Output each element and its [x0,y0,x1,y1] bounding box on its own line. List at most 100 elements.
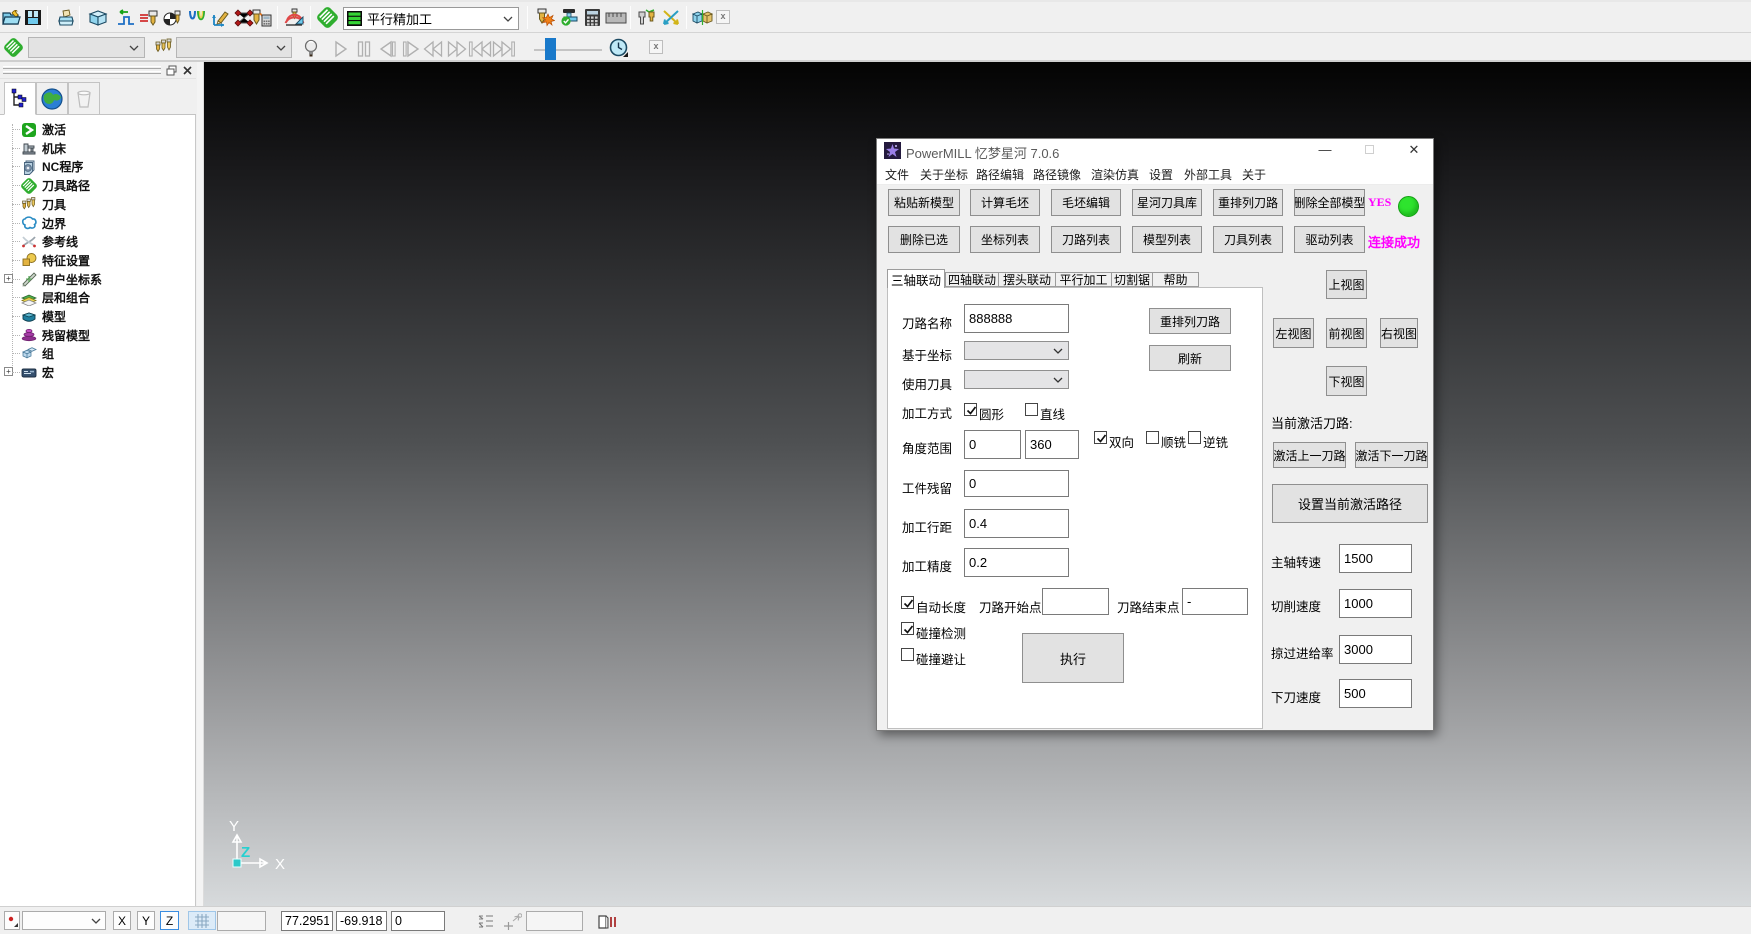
go-end-icon[interactable] [491,39,517,59]
tolerance-input[interactable] [964,548,1069,577]
grid-size-field[interactable] [217,911,266,931]
activate-prev-button[interactable]: 激活上一刀路 [1273,442,1346,468]
collision-avoid-checkbox[interactable] [901,648,914,661]
toolbar-close-button[interactable]: x [716,10,730,24]
toolbar-close-button[interactable]: x [649,40,663,54]
tab-parallel[interactable]: 平行加工 [1055,272,1112,287]
both-ways-checkbox[interactable] [1094,431,1107,444]
toolpath-list-button[interactable]: 刀路列表 [1051,226,1121,253]
model-list-button[interactable]: 模型列表 [1132,226,1202,253]
tool-list-button[interactable]: 刀具列表 [1213,226,1283,253]
activate-next-button[interactable]: 激活下一刀路 [1355,442,1428,468]
paste-model-button[interactable]: 粘贴新模型 [888,189,960,216]
pages-icon[interactable] [596,913,620,930]
play-icon[interactable] [330,39,352,59]
auto-length-checkbox[interactable] [901,596,914,609]
step-forward-icon[interactable] [400,39,422,59]
float-panel-icon[interactable] [166,65,177,76]
delete-selected-button[interactable]: 删除已选 [888,226,960,253]
close-panel-icon[interactable] [182,65,193,76]
dialog-titlebar[interactable]: PowerMILL 忆梦星河 7.0.6 — ✕ [877,139,1433,162]
tree-item-stock-models[interactable]: 残留模型 [21,326,90,345]
end-point-input[interactable] [1182,588,1248,615]
delete-all-models-button[interactable]: 删除全部模型 [1294,189,1365,216]
tree-item-pattern[interactable]: 参考线 [21,232,78,251]
use-tool-combo[interactable] [964,370,1069,389]
sim-toolpath-combo[interactable] [28,37,145,58]
reorder-toolpaths-button[interactable]: 重排列刀路 [1213,189,1283,216]
start-point-icon[interactable] [138,7,159,28]
tool-library-button[interactable]: 星河刀具库 [1132,189,1202,216]
set-active-path-button[interactable]: 设置当前激活路径 [1272,484,1428,523]
calc-block-button[interactable]: 计算毛坯 [970,189,1040,216]
clock-icon[interactable] [608,37,629,58]
view-bottom-button[interactable]: 下视图 [1326,366,1367,396]
tab-4axis[interactable]: 四轴联动 [945,272,999,287]
coord-base-combo[interactable] [964,341,1069,360]
coord-list-icon[interactable] [478,914,494,929]
tree-item-workplanes[interactable]: 用户坐标系 [21,270,102,289]
menu-coords[interactable]: 关于坐标 [920,166,968,183]
tab-saw[interactable]: 切割锯 [1111,272,1153,287]
tree-item-levels-sets[interactable]: 层和组合 [21,288,90,307]
tree-item-tools[interactable]: 刀具 [21,195,66,214]
panel-grip[interactable] [0,62,196,79]
tree-item-toolpaths[interactable]: 刀具路径 [21,176,90,195]
tab-3axis[interactable]: 三轴联动 [887,269,945,288]
menu-external-tools[interactable]: 外部工具 [1184,166,1232,183]
axis-y-button[interactable]: Y [137,911,155,930]
tab-trash[interactable] [68,82,100,115]
toolpath-icon[interactable] [317,7,338,28]
block-edit-button[interactable]: 毛坯编辑 [1051,189,1121,216]
tab-swivel[interactable]: 摆头联动 [998,272,1056,287]
axis-x-button[interactable]: X [113,911,131,930]
statusbar-combo[interactable] [22,911,106,930]
toolpath-calc-icon[interactable] [251,7,272,28]
machine-check-icon[interactable] [558,7,579,28]
view-right-button[interactable]: 右视图 [1380,318,1418,348]
panel-splitter[interactable] [197,62,204,906]
save-icon[interactable] [22,7,43,28]
point-picker-button[interactable] [4,911,20,930]
toolpath-name-input[interactable] [964,304,1069,333]
minimize-button[interactable]: — [1310,139,1340,161]
coord-x-field[interactable] [281,911,333,931]
angle-from-input[interactable] [964,430,1021,459]
stock-input[interactable] [964,470,1069,497]
fast-forward-icon[interactable] [446,39,468,59]
tree-item-models[interactable]: 模型 [21,307,66,326]
line-checkbox[interactable] [1025,403,1038,416]
rewind-icon[interactable] [422,39,444,59]
go-start-icon[interactable] [467,39,493,59]
measure-icon[interactable] [500,913,522,930]
tab-globe[interactable] [36,82,68,115]
leads-links-icon[interactable] [186,7,207,28]
stepover-input[interactable] [964,509,1069,538]
tree-item-groups[interactable]: 组 [21,344,54,363]
start-point-input[interactable] [1042,588,1109,615]
plunge-feed-input[interactable] [1339,679,1412,708]
tool-feeds-icon[interactable] [162,7,183,28]
dialog-close-button[interactable]: ✕ [1399,139,1429,161]
skim-feed-input[interactable] [1339,635,1412,664]
tree-item-machine[interactable]: 机床 [21,139,66,158]
speed-slider-handle[interactable] [545,38,556,60]
tree-item-boundary[interactable]: 边界 [21,214,66,233]
menu-file[interactable]: 文件 [885,166,909,183]
menu-path-mirror[interactable]: 路径镜像 [1033,166,1081,183]
menu-about[interactable]: 关于 [1242,166,1266,183]
print-icon[interactable] [56,7,77,28]
tool-alarm-icon[interactable] [534,7,555,28]
conventional-checkbox[interactable] [1188,431,1201,444]
cutting-speed-input[interactable] [1339,589,1412,618]
ruler-icon[interactable] [604,7,627,28]
step-back-icon[interactable] [377,39,399,59]
view-top-button[interactable]: 上视图 [1326,270,1367,299]
climb-checkbox[interactable] [1146,431,1159,444]
execute-button[interactable]: 执行 [1022,633,1124,683]
menu-settings[interactable]: 设置 [1149,166,1173,183]
view-front-button[interactable]: 前视图 [1326,318,1367,348]
drive-list-button[interactable]: 驱动列表 [1294,226,1365,253]
menu-render-sim[interactable]: 渲染仿真 [1091,166,1139,183]
grid-toggle-button[interactable] [188,911,216,930]
